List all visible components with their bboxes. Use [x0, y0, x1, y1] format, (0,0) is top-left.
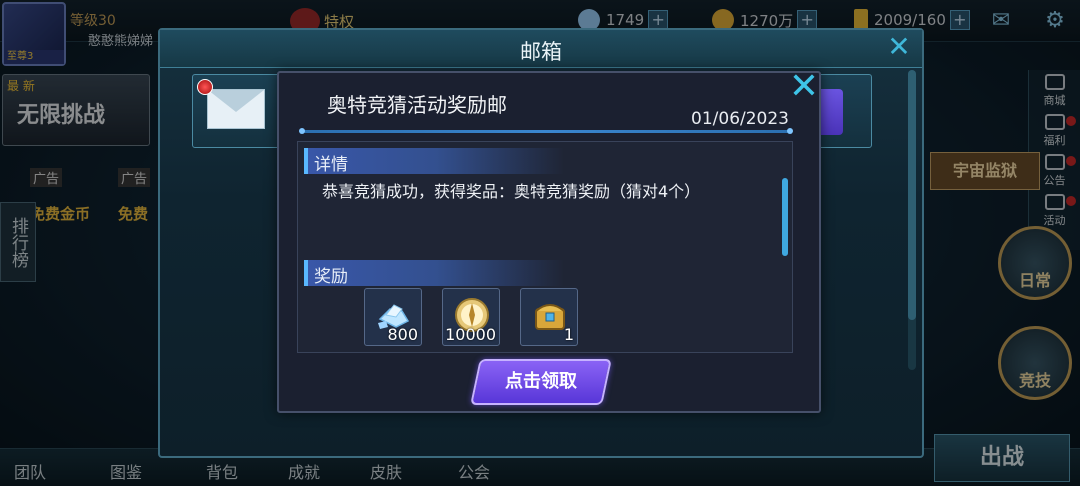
mailbox-title-bar: 邮箱 ✕ [160, 30, 922, 68]
mail-content-box: 详情 恭喜竞猜成功，获得奖品：奥特竞猜奖励（猜对4个） 奖励 800 10000 [297, 141, 793, 353]
content-scrollbar[interactable] [782, 178, 788, 256]
reward-quantity: 800 [387, 325, 418, 344]
reward-section-header: 奖励 [304, 260, 564, 287]
mail-detail-dialog: 奥特竞猜活动奖励邮 01/06/2023 ✕ 详情 恭喜竞猜成功，获得奖品：奥特… [277, 69, 821, 413]
detail-section-label: 详情 [314, 155, 348, 175]
close-icon[interactable]: ✕ [787, 69, 821, 105]
reward-slot-crystal[interactable]: 800 [364, 288, 422, 346]
reward-slot-medal[interactable]: 10000 [442, 288, 500, 346]
reward-slot-chest[interactable]: 1 [520, 288, 578, 346]
unread-dot [197, 79, 213, 95]
scrollbar-thumb[interactable] [908, 70, 916, 320]
mail-date: 01/06/2023 [691, 109, 789, 129]
reward-quantity: 10000 [445, 325, 496, 344]
claim-button-label: 点击领取 [505, 371, 577, 392]
reward-section-label: 奖励 [314, 267, 348, 287]
mail-title: 奥特竞猜活动奖励邮 [327, 93, 507, 117]
detail-section-header: 详情 [304, 148, 564, 175]
mail-list-scrollbar[interactable] [908, 70, 916, 370]
scrollbar-thumb[interactable] [782, 178, 788, 256]
title-divider [299, 128, 793, 134]
envelope-icon [207, 89, 265, 129]
reward-quantity: 1 [563, 325, 574, 344]
mailbox-close-icon[interactable]: ✕ [884, 32, 914, 62]
mailbox-title: 邮箱 [520, 40, 562, 64]
claim-reward-button[interactable]: 点击领取 [470, 359, 612, 405]
detail-text: 恭喜竞猜成功，获得奖品：奥特竞猜奖励（猜对4个） [322, 182, 701, 201]
